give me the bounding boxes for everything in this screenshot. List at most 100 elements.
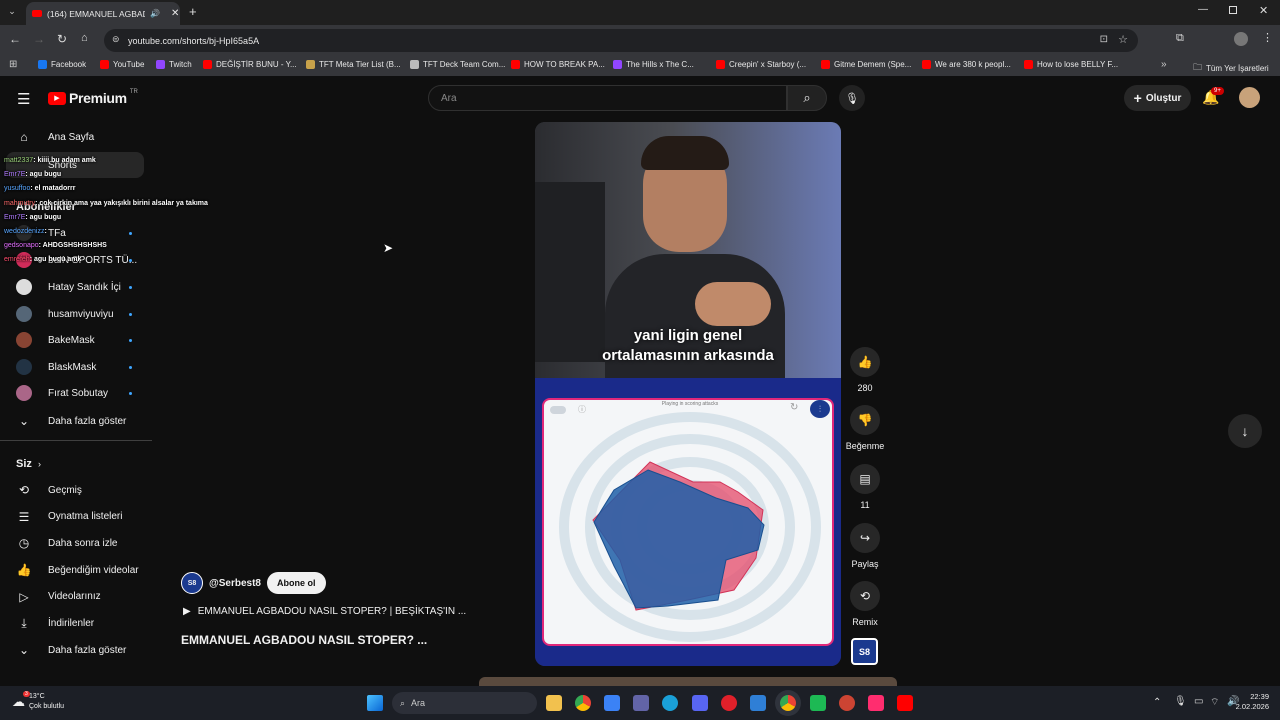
chat-username: matt2337 (4, 157, 34, 164)
mail-icon[interactable] (750, 695, 766, 711)
bookmark-star-icon[interactable]: ☆ (1118, 33, 1128, 46)
tab-search-icon[interactable]: ⌄ (6, 6, 18, 18)
store-icon[interactable] (604, 695, 620, 711)
sidebar-item-subscription[interactable]: Hatay Sandık İçi (0, 274, 150, 300)
avatar (16, 306, 32, 322)
clock[interactable]: 22:39 2.02.2026 (1233, 692, 1269, 712)
account-avatar[interactable] (1239, 87, 1260, 108)
channel-handle[interactable]: @Serbest8 (209, 578, 261, 589)
shorts-video-player[interactable]: yani ligin genel ortalamasının arkasında… (535, 122, 841, 666)
menu-icon[interactable]: ⋮ (1262, 31, 1273, 44)
url-field[interactable]: ⊜ youtube.com/shorts/bj-HpI65a5A ⊡ ☆ (104, 29, 1138, 52)
create-button[interactable]: + Oluştur (1124, 85, 1191, 111)
mic-tray-icon[interactable]: 🎙 (1174, 696, 1187, 707)
channel-thumb-avatar[interactable]: S8 (851, 638, 878, 665)
youtube-app-icon[interactable] (897, 695, 913, 711)
youtube-premium-logo[interactable]: ▶ Premium TR (48, 89, 138, 106)
bookmark-item[interactable]: The Hills x The C... (613, 60, 694, 69)
new-tab-icon[interactable]: + (189, 4, 197, 19)
subscribe-button[interactable]: Abone ol (267, 572, 326, 594)
sidebar-item-home[interactable]: ⌂ Ana Sayfa (0, 124, 150, 150)
taskbar-search[interactable]: ⌕ Ara (392, 692, 537, 714)
minimize-icon[interactable]: — (1198, 4, 1208, 15)
extension-icon[interactable]: ⧉ (1176, 32, 1184, 45)
sidebar-item-subscription[interactable]: BakeMask (0, 327, 150, 353)
display-icon[interactable]: ▭ (1194, 696, 1203, 707)
opera-icon[interactable] (721, 695, 737, 711)
install-icon[interactable]: ⊡ (1100, 34, 1108, 45)
apps-grid-icon[interactable]: ⊞ (9, 59, 17, 70)
bookmark-item[interactable]: Gitme Demem (Spe... (821, 60, 911, 69)
sidebar-item-subscription[interactable]: BlaskMask (0, 354, 150, 380)
dislike-button[interactable]: 👎 Beğenme (843, 405, 887, 451)
profile-icon[interactable] (1234, 32, 1248, 46)
close-tab-icon[interactable]: ✕ (171, 8, 179, 19)
close-window-icon[interactable]: ✕ (1259, 4, 1268, 17)
file-explorer-icon[interactable] (546, 695, 562, 711)
notifications-button[interactable]: 🔔 9+ (1202, 87, 1224, 107)
restore-icon[interactable] (1229, 6, 1237, 14)
music-row[interactable]: ▶ EMMANUEL AGBADOU NASIL STOPER? | BEŞİK… (183, 606, 466, 617)
sidebar-item-you[interactable]: ☰ Oynatma listeleri (0, 504, 150, 530)
edge-icon[interactable] (662, 695, 678, 711)
tray-chevron-icon[interactable]: ⌃ (1153, 697, 1161, 708)
bookmark-item[interactable]: TFT Meta Tier List (B... (306, 60, 401, 69)
thumbs-up-icon: 👍 (16, 563, 32, 578)
chat-message: Emr7E: agu bugu (4, 214, 61, 221)
chrome-icon[interactable] (575, 695, 591, 711)
site-info-icon[interactable]: ⊜ (112, 34, 120, 45)
discord-icon[interactable] (692, 695, 708, 711)
next-video-button[interactable]: ↓ (1228, 414, 1262, 448)
audio-icon[interactable]: 🔊 (150, 9, 160, 18)
hamburger-menu-icon[interactable]: ☰ (17, 90, 30, 108)
video-title[interactable]: EMMANUEL AGBADOU NASIL STOPER? ... (181, 633, 427, 647)
bookmark-item[interactable]: YouTube (100, 60, 144, 69)
bookmark-item[interactable]: How to lose BELLY F... (1024, 60, 1118, 69)
search-button[interactable]: ⌕ (787, 85, 827, 111)
share-label: Paylaş (851, 559, 879, 569)
sidebar-item-you[interactable]: ⌄ Daha fazla göster (0, 637, 150, 663)
bookmark-item[interactable]: Creepin' x Starboy (... (716, 60, 806, 69)
sidebar-item-you[interactable]: ⤓ İndirilenler (0, 611, 150, 637)
tab-title: (164) EMMANUEL AGBADO (47, 8, 145, 19)
sidebar-item-you[interactable]: ▷ Videolarınız (0, 584, 150, 610)
tiktok-icon[interactable] (868, 695, 884, 711)
sidebar-item-you[interactable]: ⟲ Geçmiş (0, 477, 150, 503)
more-bookmarks-icon[interactable]: » (1161, 59, 1167, 70)
bookmark-item[interactable]: HOW TO BREAK PA... (511, 60, 605, 69)
teams-icon[interactable] (633, 695, 649, 711)
wifi-icon[interactable]: ⌔ (1210, 696, 1219, 709)
comments-button[interactable]: ▤ 11 (848, 464, 882, 510)
clock-date: 2.02.2026 (1235, 702, 1269, 711)
back-icon[interactable]: ← (9, 32, 21, 46)
sidebar-show-more-subs[interactable]: ⌄ Daha fazla göster (0, 408, 150, 434)
search-input[interactable]: Ara (428, 85, 787, 111)
remix-button[interactable]: ⟲ Remix (848, 581, 882, 627)
chat-text: : agu bugu amk (29, 256, 82, 264)
bookmark-item[interactable]: We are 380 k peopl... (922, 60, 1011, 69)
app-red-icon[interactable] (839, 695, 855, 711)
all-bookmarks[interactable]: 🗀 Tüm Yer İşaretleri (1193, 60, 1269, 76)
bookmark-item[interactable]: TFT Deck Team Com... (410, 60, 505, 69)
chrome-active-icon[interactable] (780, 695, 796, 711)
chevron-down-icon: ⌄ (18, 643, 30, 658)
bookmark-item[interactable]: Facebook (38, 60, 86, 69)
active-tab[interactable]: (164) EMMANUEL AGBADO 🔊 ✕ (26, 2, 180, 25)
sidebar-section-you[interactable]: Siz › (0, 451, 150, 477)
like-button[interactable]: 👍 280 (848, 347, 882, 393)
voice-search-button[interactable]: 🎙 (839, 85, 865, 111)
app-green-icon[interactable] (810, 695, 826, 711)
reload-icon[interactable]: ↻ (57, 32, 67, 46)
sidebar-item-subscription[interactable]: Fırat Sobutay (0, 380, 150, 406)
forward-icon[interactable]: → (33, 32, 45, 46)
bookmark-item[interactable]: Twitch (156, 60, 192, 69)
sidebar-item-you[interactable]: ◷ Daha sonra izle (0, 530, 150, 556)
home-icon[interactable]: ⌂ (81, 32, 88, 44)
weather-widget[interactable]: ☁ 3 13°C Çok bulutlu (12, 691, 64, 712)
bookmark-item[interactable]: DEĞİŞTİR BUNU - Y... (203, 60, 297, 69)
windows-start-icon[interactable] (367, 695, 383, 711)
share-button[interactable]: ↪ Paylaş (848, 523, 882, 569)
channel-avatar[interactable]: S8 (181, 572, 203, 594)
sidebar-item-subscription[interactable]: husamviyuviyu (0, 301, 150, 327)
sidebar-item-you[interactable]: 👍 Beğendiğim videolar (0, 557, 150, 583)
